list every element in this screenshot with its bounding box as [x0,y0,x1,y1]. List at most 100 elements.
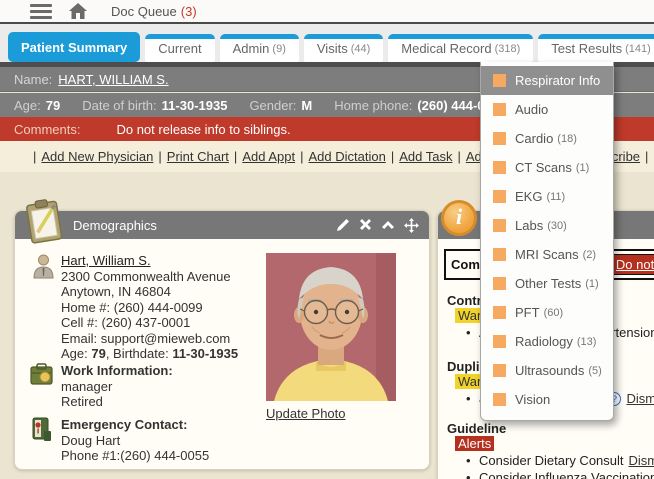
comments-label: Comments: [14,122,80,137]
category-square-icon [493,219,506,232]
tab-count: (141) [625,43,651,55]
menu-item-vision[interactable]: Vision [481,385,613,414]
alert-text: Consider Dietary Consult [479,453,624,468]
work-title: Work Information: [61,363,173,379]
menu-item-radiology[interactable]: Radiology(13) [481,327,613,356]
comments-text: Do not release info to siblings. [116,122,290,137]
tab-count: (9) [272,43,285,55]
alerts-badge: Alerts [455,436,494,451]
patient-name-link-demo[interactable]: Hart, William S. [61,253,151,268]
update-photo-link[interactable]: Update Photo [266,406,346,421]
age-value: 79 [91,346,105,361]
dismiss-link[interactable]: Dismiss [629,453,654,468]
separator: | [234,149,237,164]
dob-group: Date of birth:11-30-1935 [82,98,227,113]
category-square-icon [493,306,506,319]
tab-visits[interactable]: Visits (44) [304,34,383,62]
age-value: 79 [46,98,60,113]
separator: | [33,149,36,164]
demographics-panel: Demographics Hart, William S. 2300 Commo… [14,210,430,470]
tab-label: Current [158,41,201,56]
emergency-title: Emergency Contact: [61,417,209,433]
category-square-icon [493,364,506,377]
menu-label: PFT [515,305,540,320]
category-square-icon [493,277,506,290]
menu-label: MRI Scans [515,247,579,262]
category-square-icon [493,103,506,116]
patient-name-link[interactable]: HART, WILLIAM S. [58,72,168,87]
add-task-link[interactable]: Add Task [399,149,452,164]
category-square-icon [493,248,506,261]
tab-label: Visits [317,41,348,56]
category-square-icon [493,74,506,87]
menu-item-other-tests[interactable]: Other Tests(1) [481,269,613,298]
menu-item-mri-scans[interactable]: MRI Scans (2) [481,240,613,269]
work-status: Retired [61,394,173,410]
gender-label: Gender: [249,98,296,113]
birthdate-label: , Birthdate: [106,346,172,361]
birthdate-value: 11-30-1935 [172,346,238,361]
tab-admin[interactable]: Admin (9) [220,34,299,62]
top-bar: Doc Queue (3) [0,0,654,24]
tab-test-results[interactable]: Test Results (141) [538,34,654,62]
menu-label: Labs [515,218,543,233]
section-heading: Guideline [447,421,654,436]
menu-count: (5) [588,365,601,377]
home-icon[interactable] [69,3,87,19]
tab-bar: Patient Summary Current Admin (9) Visits… [0,24,654,62]
menu-item-audio[interactable]: Audio [481,95,613,124]
work-occupation: manager [61,379,173,395]
dismiss-link[interactable]: Dismiss [626,391,654,406]
clipboard-icon [21,197,69,250]
patient-contact-block: Hart, William S. 2300 Commonwealth Avenu… [61,253,238,362]
tab-label: Admin [233,41,270,56]
menu-item-ultrasounds[interactable]: Ultrasounds(5) [481,356,613,385]
collapse-icon[interactable] [381,218,395,231]
tab-current[interactable]: Current [145,34,214,62]
comments-alert-link[interactable]: Do not release info to siblings. [610,254,654,275]
menu-label: Respirator Info [515,73,600,88]
doc-queue-link[interactable]: Doc Queue [111,4,177,19]
hamburger-menu-icon[interactable] [30,4,52,19]
tab-patient-summary[interactable]: Patient Summary [8,32,140,62]
tab-label: Test Results [551,41,622,56]
gender-group: Gender:M [249,98,312,113]
menu-count: (2) [583,249,596,261]
menu-item-ekg[interactable]: EKG(11) [481,182,613,211]
close-icon[interactable] [359,218,372,231]
app-window: Doc Queue (3) Patient Summary Current Ad… [0,0,654,479]
demographics-header: Demographics [15,211,429,239]
work-icon [30,363,53,388]
menu-count: (1) [576,162,589,174]
separator: | [391,149,394,164]
edit-icon[interactable] [336,218,350,232]
category-square-icon [493,190,506,203]
menu-count: (11) [546,191,565,203]
dob-label: Date of birth: [82,98,156,113]
print-chart-link[interactable]: Print Chart [167,149,229,164]
age-label: Age: [14,98,41,113]
menu-item-ct-scans[interactable]: CT Scans(1) [481,153,613,182]
move-icon[interactable] [404,218,419,233]
add-dictation-link[interactable]: Add Dictation [308,149,385,164]
work-info-block: Work Information: manager Retired [61,363,173,410]
menu-item-labs[interactable]: Labs(30) [481,211,613,240]
menu-count: (60) [544,307,564,319]
tab-label: Medical Record [401,41,491,56]
tab-medical-record[interactable]: Medical Record (318) [388,34,533,62]
age-birthdate: Age: 79, Birthdate: 11-30-1935 [61,346,238,362]
menu-label: Radiology [515,334,573,349]
person-icon [33,254,54,283]
cell-phone: Cell #: (260) 437-0001 [61,315,238,331]
category-square-icon [493,161,506,174]
emergency-contact-block: Emergency Contact: Doug Hart Phone #1:(2… [61,417,209,464]
add-new-physician-link[interactable]: Add New Physician [41,149,153,164]
add-appt-link[interactable]: Add Appt [242,149,295,164]
category-square-icon [493,132,506,145]
panel-actions [336,218,429,233]
menu-item-pft[interactable]: PFT (60) [481,298,613,327]
menu-item-cardio[interactable]: Cardio(18) [481,124,613,153]
menu-item-respirator-info[interactable]: Respirator Info [481,66,613,95]
category-square-icon [493,393,506,406]
address-line-2: Anytown, IN 46804 [61,284,238,300]
